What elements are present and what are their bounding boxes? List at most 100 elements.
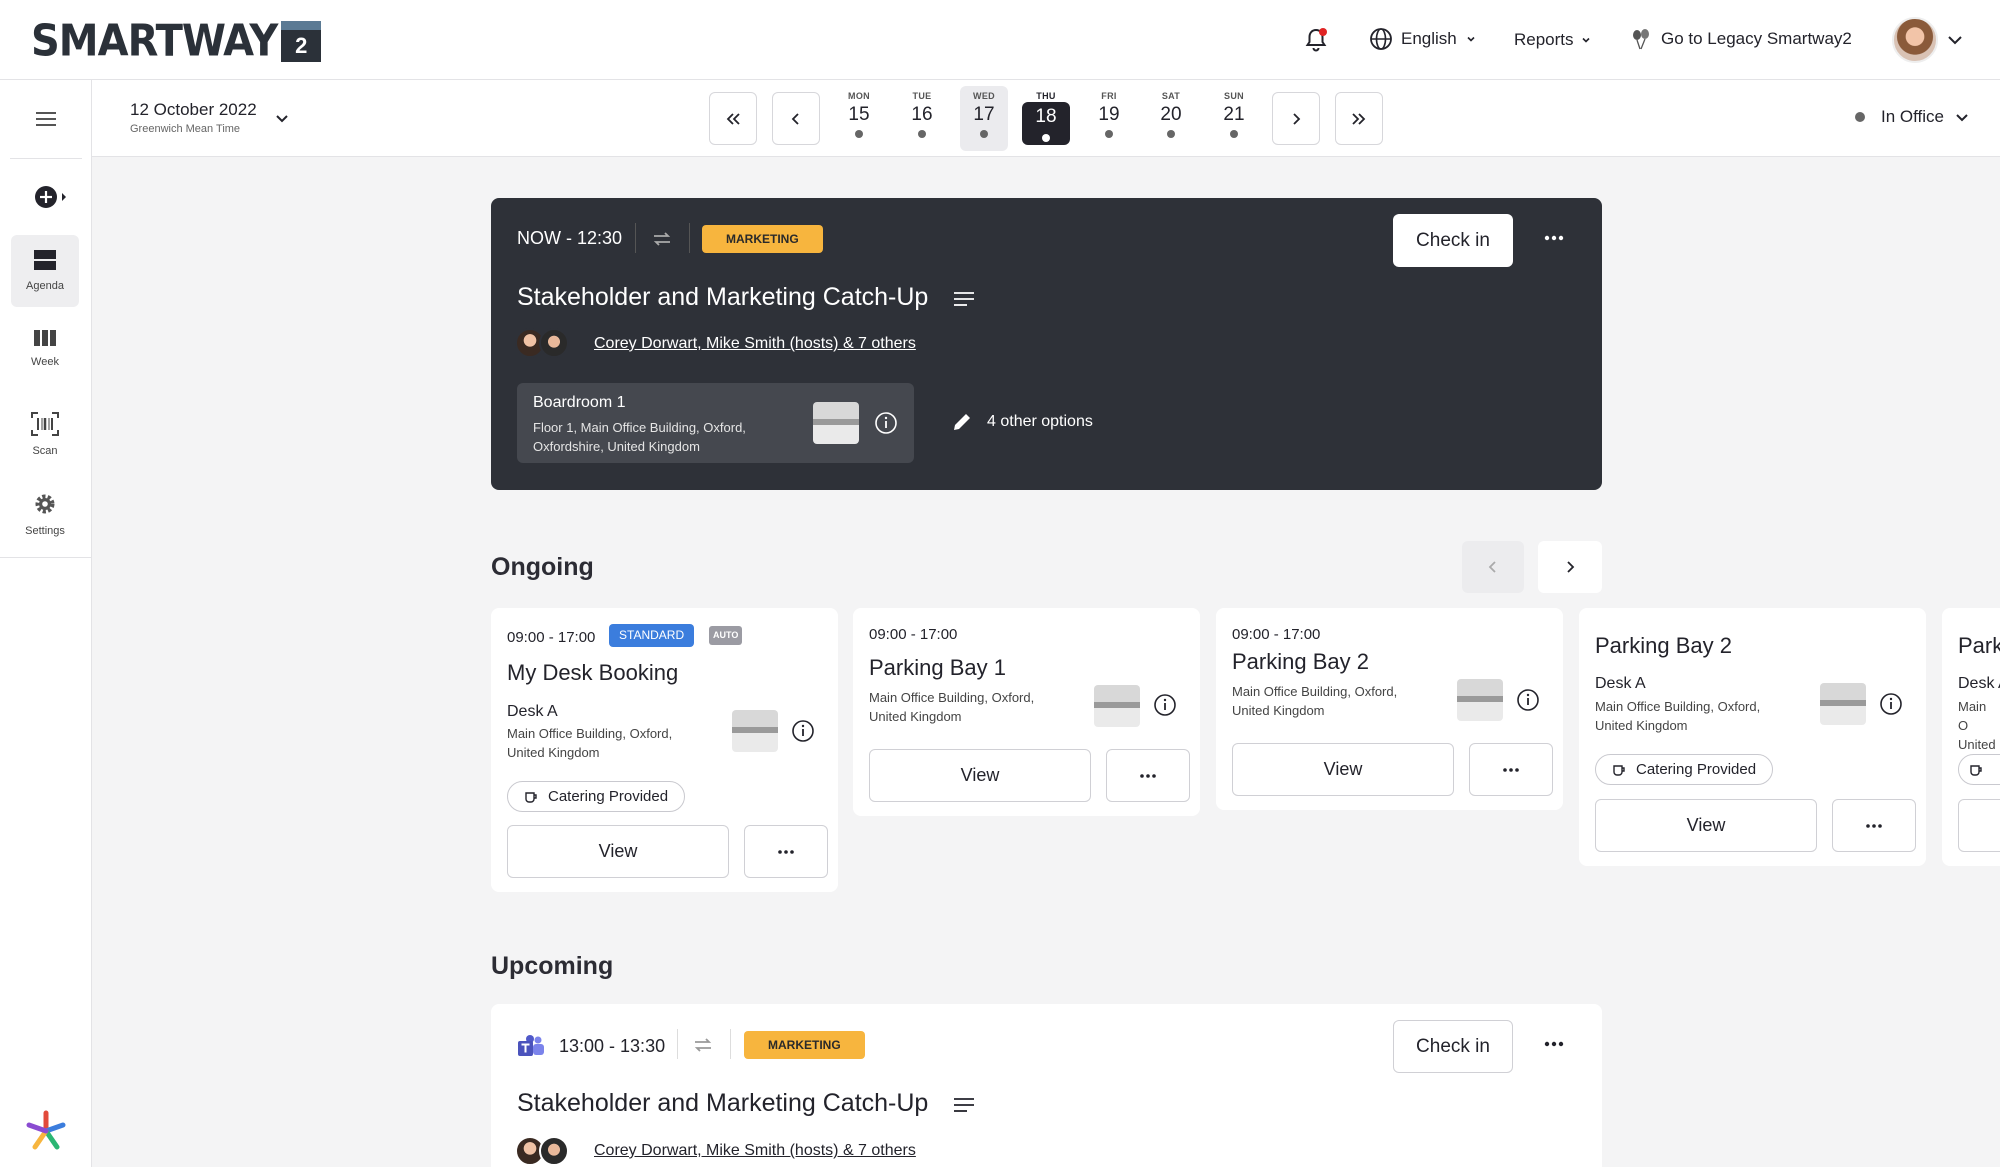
- more-options-button[interactable]: [744, 825, 828, 878]
- legacy-link[interactable]: Go to Legacy Smartway2: [1629, 27, 1852, 51]
- status-label: In Office: [1881, 107, 1944, 126]
- sidebar-item-week[interactable]: Week: [11, 315, 79, 387]
- chevron-down-icon: [1956, 114, 1968, 122]
- day-fri[interactable]: FRI 19: [1085, 86, 1133, 151]
- balloons-icon: [1633, 29, 1649, 50]
- desk-address: Main Office Building, Oxford, United Kin…: [507, 726, 673, 760]
- view-button[interactable]: View: [1595, 799, 1817, 852]
- booking-time: NOW - 12:30: [517, 228, 623, 248]
- upcoming-heading: Upcoming: [491, 952, 614, 980]
- view-button[interactable]: View: [1232, 743, 1454, 796]
- status-selector[interactable]: In Office: [1855, 107, 1970, 127]
- chevron-right-icon: [1567, 561, 1575, 573]
- desk-address: Main Office Building, Oxford, United Kin…: [1595, 699, 1761, 733]
- pencil-icon: [954, 414, 970, 430]
- more-options-button[interactable]: [1469, 743, 1553, 796]
- hosts-link[interactable]: Corey Dorwart, Mike Smith (hosts) & 7 ot…: [594, 335, 916, 353]
- booking-time: 13:00 - 13:30: [559, 1036, 666, 1056]
- info-icon[interactable]: [1153, 693, 1177, 717]
- more-options-icon[interactable]: [1544, 1034, 1564, 1054]
- hamburger-menu-icon[interactable]: [35, 110, 57, 128]
- info-icon[interactable]: [1516, 688, 1540, 712]
- description-icon[interactable]: [953, 1096, 975, 1114]
- sidebar-item-scan[interactable]: Scan: [11, 398, 79, 470]
- next-day-button[interactable]: [1272, 92, 1320, 145]
- user-avatar[interactable]: [1892, 17, 1938, 63]
- more-options-button[interactable]: [1832, 799, 1916, 852]
- chevron-left-icon: [1488, 561, 1496, 573]
- day-sun[interactable]: SUN 21: [1210, 86, 1258, 151]
- coffee-cup-icon: [1970, 764, 1982, 776]
- booking-title: Parking Bay 2: [1595, 633, 1732, 658]
- chevron-down-icon[interactable]: [274, 110, 290, 126]
- sidebar-item-agenda[interactable]: Agenda: [11, 235, 79, 307]
- room-address: Floor 1, Main Office Building, Oxford, O…: [533, 420, 746, 454]
- room-panel[interactable]: Boardroom 1 Floor 1, Main Office Buildin…: [517, 383, 914, 463]
- more-options-icon[interactable]: [1544, 228, 1564, 248]
- timezone-label: Greenwich Mean Time: [130, 123, 241, 135]
- carousel-next-button[interactable]: [1538, 541, 1602, 593]
- info-icon[interactable]: [791, 719, 815, 743]
- logo-calendar-icon: 2: [281, 20, 322, 62]
- language-label: English: [1401, 29, 1457, 48]
- description-icon[interactable]: [953, 290, 975, 308]
- chevron-left-icon: [791, 112, 799, 125]
- desk-thumbnail: [1094, 685, 1140, 727]
- avatar: [539, 1136, 569, 1166]
- attendee-avatars[interactable]: [515, 1136, 569, 1166]
- day-thu-selected[interactable]: THU 18: [1022, 86, 1070, 151]
- check-in-button[interactable]: Check in: [1393, 214, 1513, 267]
- booking-card[interactable]: Park Desk A Main O United: [1942, 608, 2000, 866]
- day-wed[interactable]: WED 17: [960, 86, 1008, 151]
- smartway-logo[interactable]: SMARTWAY 2: [31, 16, 322, 66]
- view-button[interactable]: View: [507, 825, 729, 878]
- day-sat[interactable]: SAT 20: [1147, 86, 1195, 151]
- carousel-prev-button[interactable]: [1462, 541, 1524, 593]
- sidebar-item-settings[interactable]: Settings: [11, 478, 79, 550]
- desk-thumbnail: [732, 710, 778, 752]
- booking-card[interactable]: 09:00 - 17:00 Parking Bay 2 Main Office …: [1216, 608, 1563, 810]
- info-icon[interactable]: [874, 411, 898, 435]
- agenda-icon: [34, 250, 56, 270]
- first-week-button[interactable]: [709, 92, 757, 145]
- chevron-down-icon: [1581, 37, 1590, 43]
- coffee-cup-icon: [1613, 764, 1625, 776]
- day-mon[interactable]: MON 15: [835, 86, 883, 151]
- reports-menu[interactable]: Reports: [1514, 30, 1592, 50]
- attendee-avatars[interactable]: [515, 328, 569, 358]
- desk-thumbnail: [1820, 683, 1866, 725]
- auto-tag: AUTO: [709, 626, 743, 645]
- more-options-icon: [1866, 823, 1882, 828]
- view-button[interactable]: [1958, 799, 2000, 852]
- booking-card[interactable]: 09:00 - 17:00 Parking Bay 1 Main Office …: [853, 608, 1200, 816]
- teams-icon: [518, 1035, 544, 1056]
- current-date[interactable]: 12 October 2022: [130, 100, 257, 120]
- booking-title: Parking Bay 2: [1232, 649, 1369, 674]
- day-tue[interactable]: TUE 16: [898, 86, 946, 151]
- language-selector[interactable]: English: [1369, 27, 1477, 51]
- previous-day-button[interactable]: [772, 92, 820, 145]
- desk-address: Main Office Building, Oxford, United Kin…: [1232, 684, 1398, 718]
- booking-time: 09:00 - 17:00: [507, 629, 596, 646]
- notification-bell-icon[interactable]: [1303, 27, 1329, 53]
- last-week-button[interactable]: [1335, 92, 1383, 145]
- check-in-button[interactable]: Check in: [1393, 1020, 1513, 1073]
- smartway-star-logo-icon: [26, 1110, 66, 1150]
- other-options-button[interactable]: 4 other options: [951, 411, 1093, 433]
- chevron-down-icon[interactable]: [1945, 30, 1965, 50]
- desk-address: Main Office Building, Oxford, United Kin…: [869, 690, 1035, 724]
- more-options-button[interactable]: [1106, 749, 1190, 802]
- info-icon[interactable]: [1879, 692, 1903, 716]
- catering-badge: Catering Provided: [1595, 754, 1774, 785]
- caret-right-icon: [62, 193, 66, 201]
- view-button[interactable]: View: [869, 749, 1091, 802]
- booking-card[interactable]: 09:00 - 17:00 STANDARD AUTO My Desk Book…: [491, 608, 838, 892]
- sidebar: Agenda Week Scan Settings: [0, 80, 92, 1167]
- add-booking-button[interactable]: [34, 185, 67, 209]
- catering-badge: [1958, 754, 2000, 785]
- catering-badge: Catering Provided: [507, 781, 686, 812]
- hosts-link[interactable]: Corey Dorwart, Mike Smith (hosts) & 7 ot…: [594, 1142, 916, 1160]
- chevron-right-icon: [1293, 112, 1301, 125]
- double-chevron-left-icon: [726, 112, 740, 125]
- booking-card[interactable]: Parking Bay 2 Desk A Main Office Buildin…: [1579, 608, 1926, 866]
